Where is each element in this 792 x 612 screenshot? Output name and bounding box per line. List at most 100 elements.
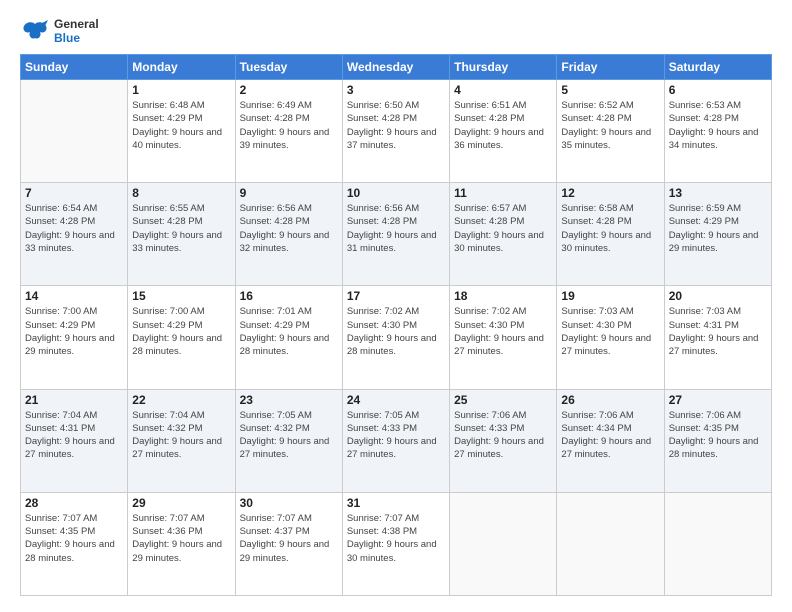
calendar-day-cell: 31Sunrise: 7:07 AMSunset: 4:38 PMDayligh… — [342, 492, 449, 595]
day-number: 22 — [132, 393, 230, 407]
day-info: Sunrise: 7:07 AMSunset: 4:37 PMDaylight:… — [240, 512, 338, 565]
calendar-day-cell: 24 Sunrise: 7:05 AMSunset: 4:33 PMDayligh… — [342, 389, 449, 492]
day-number: 28 — [25, 496, 123, 510]
logo: General Blue — [20, 16, 99, 46]
day-number: 9 — [240, 186, 338, 200]
calendar-day-cell: 15 Sunrise: 7:00 AMSunset: 4:29 PMDayligh… — [128, 286, 235, 389]
day-number: 5 — [561, 83, 659, 97]
day-info: Sunrise: 7:07 AMSunset: 4:36 PMDaylight:… — [132, 512, 230, 565]
logo-general: General — [54, 17, 99, 31]
day-info: Sunrise: 7:00 AMSunset: 4:29 PMDaylight:… — [25, 305, 123, 358]
calendar-day-cell: 29 Sunrise: 7:07 AMSunset: 4:36 PMDayligh… — [128, 492, 235, 595]
header: General Blue — [20, 16, 772, 46]
weekday-header: Tuesday — [235, 55, 342, 80]
day-number: 24 — [347, 393, 445, 407]
day-info: Sunrise: 7:06 AMSunset: 4:34 PMDaylight:… — [561, 409, 659, 462]
calendar-day-cell: 17Sunrise: 7:02 AMSunset: 4:30 PMDayligh… — [342, 286, 449, 389]
calendar-day-cell: 22 Sunrise: 7:04 AMSunset: 4:32 PMDayligh… — [128, 389, 235, 492]
weekday-header: Friday — [557, 55, 664, 80]
day-info: Sunrise: 7:06 AMSunset: 4:35 PMDaylight:… — [669, 409, 767, 462]
calendar-day-cell: 12 Sunrise: 6:58 AMSunset: 4:28 PMDayligh… — [557, 183, 664, 286]
day-info: Sunrise: 7:02 AMSunset: 4:30 PMDaylight:… — [454, 305, 552, 358]
day-info: Sunrise: 7:07 AMSunset: 4:38 PMDaylight:… — [347, 512, 445, 565]
calendar-day-cell: 7 Sunrise: 6:54 AMSunset: 4:28 PMDaylight… — [21, 183, 128, 286]
calendar-day-cell: 28 Sunrise: 7:07 AMSunset: 4:35 PMDayligh… — [21, 492, 128, 595]
logo-bird-icon — [20, 16, 50, 46]
day-number: 26 — [561, 393, 659, 407]
weekday-header: Saturday — [664, 55, 771, 80]
day-info: Sunrise: 6:50 AMSunset: 4:28 PMDaylight:… — [347, 99, 445, 152]
day-number: 7 — [25, 186, 123, 200]
day-number: 17 — [347, 289, 445, 303]
calendar-day-cell: 6Sunrise: 6:53 AMSunset: 4:28 PMDaylight… — [664, 80, 771, 183]
day-info: Sunrise: 6:58 AMSunset: 4:28 PMDaylight:… — [561, 202, 659, 255]
calendar-day-cell — [21, 80, 128, 183]
day-number: 2 — [240, 83, 338, 97]
calendar-day-cell: 1Sunrise: 6:48 AMSunset: 4:29 PMDaylight… — [128, 80, 235, 183]
calendar-day-cell: 19 Sunrise: 7:03 AMSunset: 4:30 PMDayligh… — [557, 286, 664, 389]
day-info: Sunrise: 7:06 AMSunset: 4:33 PMDaylight:… — [454, 409, 552, 462]
calendar-day-cell: 9Sunrise: 6:56 AMSunset: 4:28 PMDaylight… — [235, 183, 342, 286]
day-info: Sunrise: 6:54 AMSunset: 4:28 PMDaylight:… — [25, 202, 123, 255]
calendar-day-cell: 23 Sunrise: 7:05 AMSunset: 4:32 PMDayligh… — [235, 389, 342, 492]
calendar-day-cell: 16 Sunrise: 7:01 AMSunset: 4:29 PMDayligh… — [235, 286, 342, 389]
day-number: 29 — [132, 496, 230, 510]
day-info: Sunrise: 6:49 AMSunset: 4:28 PMDaylight:… — [240, 99, 338, 152]
day-number: 30 — [240, 496, 338, 510]
calendar-day-cell: 10Sunrise: 6:56 AMSunset: 4:28 PMDayligh… — [342, 183, 449, 286]
day-info: Sunrise: 7:00 AMSunset: 4:29 PMDaylight:… — [132, 305, 230, 358]
day-number: 13 — [669, 186, 767, 200]
day-info: Sunrise: 7:07 AMSunset: 4:35 PMDaylight:… — [25, 512, 123, 565]
calendar-table: SundayMondayTuesdayWednesdayThursdayFrid… — [20, 54, 772, 596]
day-info: Sunrise: 7:01 AMSunset: 4:29 PMDaylight:… — [240, 305, 338, 358]
calendar-header-row: SundayMondayTuesdayWednesdayThursdayFrid… — [21, 55, 772, 80]
calendar-day-cell: 21 Sunrise: 7:04 AMSunset: 4:31 PMDayligh… — [21, 389, 128, 492]
day-number: 8 — [132, 186, 230, 200]
day-info: Sunrise: 6:56 AMSunset: 4:28 PMDaylight:… — [347, 202, 445, 255]
calendar-day-cell: 14 Sunrise: 7:00 AMSunset: 4:29 PMDayligh… — [21, 286, 128, 389]
day-info: Sunrise: 6:59 AMSunset: 4:29 PMDaylight:… — [669, 202, 767, 255]
page: General Blue SundayMondayTuesdayWednesda… — [0, 0, 792, 612]
calendar-day-cell: 11Sunrise: 6:57 AMSunset: 4:28 PMDayligh… — [450, 183, 557, 286]
day-info: Sunrise: 6:52 AMSunset: 4:28 PMDaylight:… — [561, 99, 659, 152]
day-info: Sunrise: 7:04 AMSunset: 4:32 PMDaylight:… — [132, 409, 230, 462]
day-info: Sunrise: 7:04 AMSunset: 4:31 PMDaylight:… — [25, 409, 123, 462]
calendar-day-cell: 13 Sunrise: 6:59 AMSunset: 4:29 PMDayligh… — [664, 183, 771, 286]
logo-text: General Blue — [54, 17, 99, 46]
day-info: Sunrise: 7:03 AMSunset: 4:30 PMDaylight:… — [561, 305, 659, 358]
calendar-day-cell: 25Sunrise: 7:06 AMSunset: 4:33 PMDayligh… — [450, 389, 557, 492]
calendar-day-cell: 18Sunrise: 7:02 AMSunset: 4:30 PMDayligh… — [450, 286, 557, 389]
day-number: 27 — [669, 393, 767, 407]
calendar-day-cell — [664, 492, 771, 595]
calendar-week-row: 21 Sunrise: 7:04 AMSunset: 4:31 PMDayligh… — [21, 389, 772, 492]
day-number: 16 — [240, 289, 338, 303]
calendar-day-cell: 20 Sunrise: 7:03 AMSunset: 4:31 PMDayligh… — [664, 286, 771, 389]
day-number: 19 — [561, 289, 659, 303]
day-number: 15 — [132, 289, 230, 303]
calendar-day-cell — [557, 492, 664, 595]
day-number: 6 — [669, 83, 767, 97]
calendar-day-cell: 8 Sunrise: 6:55 AMSunset: 4:28 PMDaylight… — [128, 183, 235, 286]
day-info: Sunrise: 7:05 AMSunset: 4:33 PMDaylight:… — [347, 409, 445, 462]
calendar-week-row: 1Sunrise: 6:48 AMSunset: 4:29 PMDaylight… — [21, 80, 772, 183]
day-info: Sunrise: 6:48 AMSunset: 4:29 PMDaylight:… — [132, 99, 230, 152]
day-number: 12 — [561, 186, 659, 200]
day-number: 11 — [454, 186, 552, 200]
day-info: Sunrise: 6:55 AMSunset: 4:28 PMDaylight:… — [132, 202, 230, 255]
day-info: Sunrise: 7:03 AMSunset: 4:31 PMDaylight:… — [669, 305, 767, 358]
calendar-day-cell: 3Sunrise: 6:50 AMSunset: 4:28 PMDaylight… — [342, 80, 449, 183]
calendar-day-cell: 30 Sunrise: 7:07 AMSunset: 4:37 PMDayligh… — [235, 492, 342, 595]
weekday-header: Wednesday — [342, 55, 449, 80]
calendar-week-row: 28 Sunrise: 7:07 AMSunset: 4:35 PMDayligh… — [21, 492, 772, 595]
calendar-week-row: 7 Sunrise: 6:54 AMSunset: 4:28 PMDaylight… — [21, 183, 772, 286]
day-info: Sunrise: 7:05 AMSunset: 4:32 PMDaylight:… — [240, 409, 338, 462]
logo-container: General Blue — [20, 16, 99, 46]
day-number: 14 — [25, 289, 123, 303]
calendar-day-cell: 4Sunrise: 6:51 AMSunset: 4:28 PMDaylight… — [450, 80, 557, 183]
day-number: 23 — [240, 393, 338, 407]
weekday-header: Thursday — [450, 55, 557, 80]
day-number: 20 — [669, 289, 767, 303]
calendar-day-cell: 2 Sunrise: 6:49 AMSunset: 4:28 PMDaylight… — [235, 80, 342, 183]
calendar-day-cell: 27 Sunrise: 7:06 AMSunset: 4:35 PMDayligh… — [664, 389, 771, 492]
day-number: 21 — [25, 393, 123, 407]
